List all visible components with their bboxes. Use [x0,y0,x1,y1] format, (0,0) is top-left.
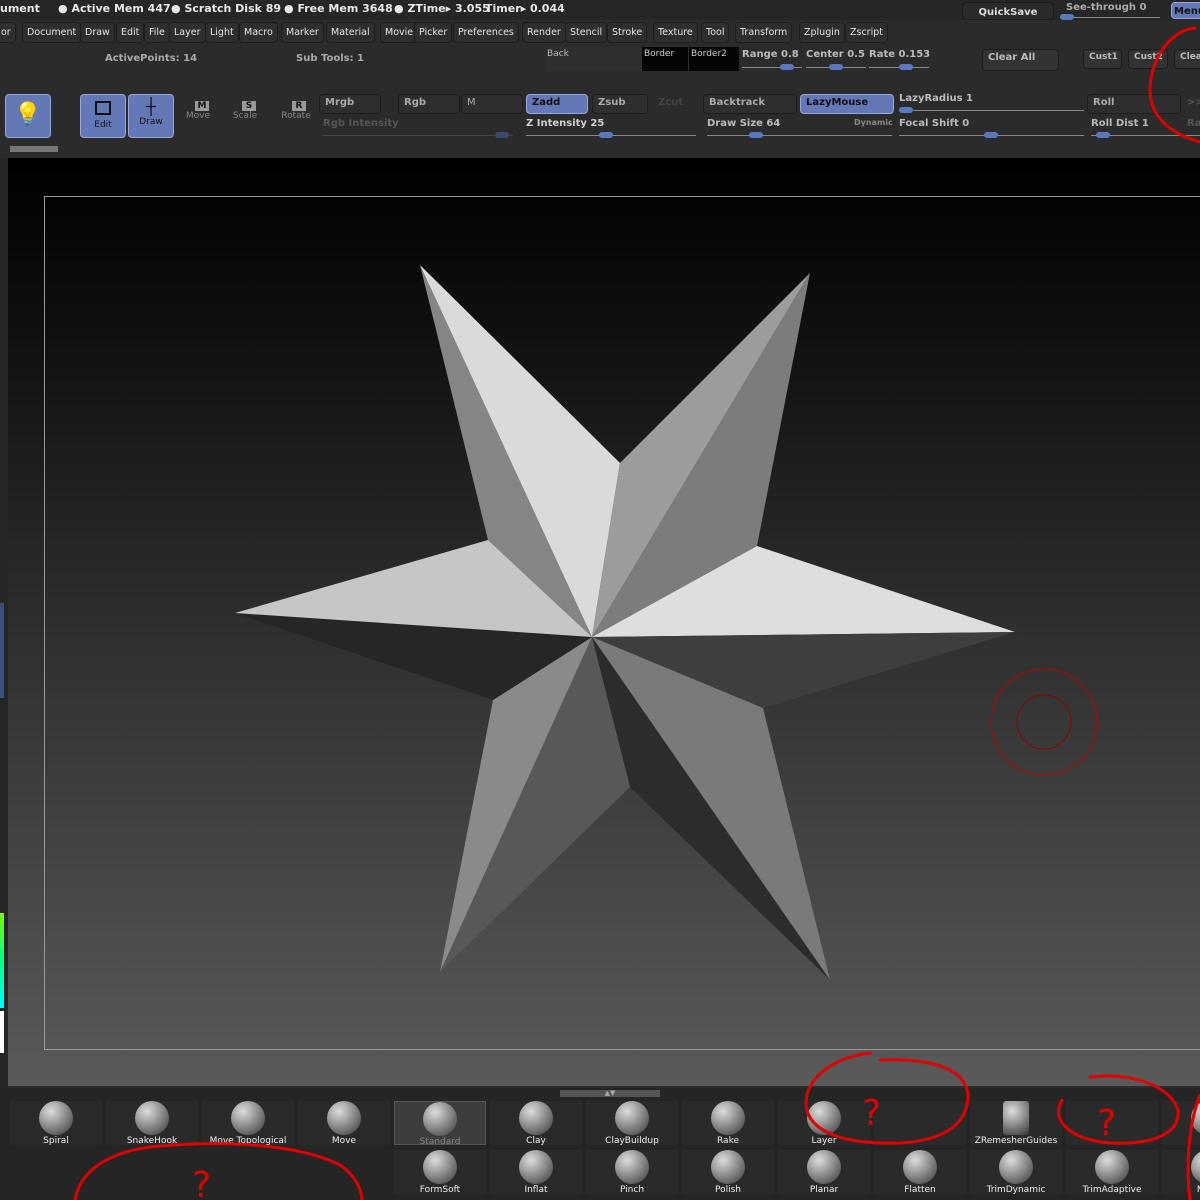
brush-label: Spiral [43,1136,69,1146]
palette-resize-handle[interactable]: ▲▼ [560,1090,660,1097]
brush-label: Planar [809,1185,839,1195]
brush-label: TrimDynamic [986,1185,1046,1195]
brush-label: Move [331,1136,357,1146]
brush-label: Standard [419,1137,461,1147]
brush-empty[interactable] [874,1101,966,1145]
brush-zremesherguides[interactable]: ZRemesherGuides [970,1101,1062,1146]
brush-clay[interactable]: Clay [490,1101,582,1146]
brush-label: Flatten [904,1185,936,1195]
brush-snakehook[interactable]: SnakeHook [106,1101,198,1146]
brush-claybuildup[interactable]: ClayBuildup [586,1101,678,1146]
brush-icon [327,1101,361,1135]
brush-label: SnakeHook [126,1136,178,1146]
brush-m[interactable]: M [1162,1101,1200,1145]
brush-icon [807,1150,841,1184]
brush-icon [1191,1101,1200,1135]
brush-icon [615,1150,649,1184]
brush-icon [423,1150,457,1184]
brush-label: Pinch [619,1185,645,1195]
brush-icon [135,1101,169,1135]
brush-icon [711,1101,745,1135]
star-model [235,265,1098,980]
brush-icon [39,1101,73,1135]
brush-label: Polish [714,1185,741,1195]
brush-move-topological[interactable]: Move Topological [202,1101,294,1146]
brush-standard[interactable]: Standard [394,1101,486,1147]
brush-icon [519,1101,553,1135]
brush-formsoft[interactable]: FormSoft [394,1150,486,1195]
brush-inflat[interactable]: Inflat [490,1150,582,1195]
brush-icon [999,1150,1033,1184]
brush-label: ZRemesherGuides [974,1136,1058,1146]
brush-label: FormSoft [419,1185,461,1195]
brush-icon [1191,1150,1200,1184]
brush-empty[interactable] [1066,1101,1158,1145]
brush-label: ClayBuildup [605,1136,659,1146]
brush-label: Move Topological [209,1136,287,1146]
brush-layer[interactable]: Layer [778,1101,870,1146]
brush-label: M [1162,1136,1200,1146]
brush-spiral[interactable]: Spiral [10,1101,102,1146]
brush-icon [615,1101,649,1135]
brush-label: Rake [717,1136,739,1146]
brush-label: Inflat [524,1185,548,1195]
brush-flatten[interactable]: Flatten [874,1150,966,1195]
brush-icon [519,1150,553,1184]
brush-icon [807,1101,841,1135]
brush-pinch[interactable]: Pinch [586,1150,678,1195]
brush-polish[interactable]: Polish [682,1150,774,1195]
brush-palette: ▲▼ Spiral SnakeHook Move Topological Move St… [0,1088,1200,1200]
brush-trimadaptive[interactable]: TrimAdaptive [1066,1150,1158,1195]
brush-label: Clay [526,1136,546,1146]
brush-icon [711,1150,745,1184]
brush-icon [1095,1150,1129,1184]
brush-icon [231,1101,265,1135]
brush-label: Mato [1162,1185,1200,1195]
brush-icon [423,1102,457,1136]
brush-cursor-outer [990,668,1098,776]
brush-planar[interactable]: Planar [778,1150,870,1195]
brush-mato[interactable]: Mato [1162,1150,1200,1195]
brush-move[interactable]: Move [298,1101,390,1146]
brush-cursor-inner [1016,694,1072,750]
brush-icon [1003,1101,1029,1135]
brush-icon [903,1150,937,1184]
brush-rake[interactable]: Rake [682,1101,774,1146]
brush-label: Layer [811,1136,837,1146]
brush-label: TrimAdaptive [1082,1185,1142,1195]
brush-trimdynamic[interactable]: TrimDynamic [970,1150,1062,1195]
star-mesh [235,265,1015,980]
